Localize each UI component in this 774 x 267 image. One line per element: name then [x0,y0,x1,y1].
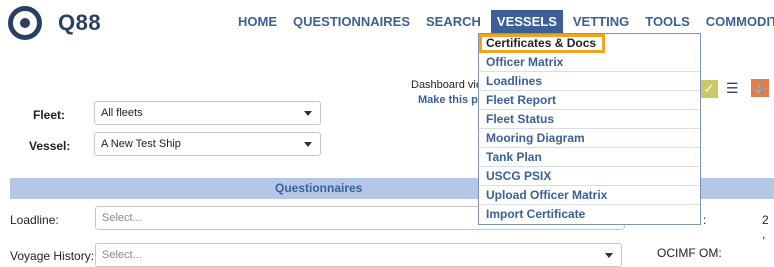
vessel-select[interactable]: A New Test Ship [94,132,321,156]
vessel-select-value: A New Test Ship [101,138,181,150]
check-icon[interactable]: ✓ [700,80,718,98]
fleet-label: Fleet: [33,108,66,122]
voyage-history-placeholder: Select... [102,249,142,261]
list-icon[interactable]: ☰ [726,80,742,96]
menu-item-certificates-docs[interactable]: Certificates & Docs [479,34,605,53]
fleet-select[interactable]: All fleets [94,101,321,125]
vessels-dropdown-menu: Certificates & Docs Officer Matrix Loadl… [478,33,701,225]
right-field-value: 2 , [762,213,769,241]
nav-vessels[interactable]: VESSELS [490,10,563,33]
nav-vetting[interactable]: VETTING [567,10,635,33]
menu-item-officer-matrix[interactable]: Officer Matrix [479,53,700,72]
make-default-link[interactable]: Make this pa [418,94,484,106]
fleet-select-value: All fleets [101,107,143,119]
loadline-placeholder: Select... [102,212,142,224]
menu-item-fleet-report[interactable]: Fleet Report [479,91,700,110]
dashboard-view-text: Dashboard vie [411,79,482,91]
nav-questionnaires[interactable]: QUESTIONNAIRES [287,10,416,33]
right-field-label: : [703,213,707,227]
menu-item-fleet-status[interactable]: Fleet Status [479,110,700,129]
section-title: Questionnaires [275,181,363,195]
chevron-down-icon [304,142,312,147]
nav-commodities[interactable]: COMMODITIES [700,10,774,33]
nav-tools[interactable]: TOOLS [639,10,696,33]
nav-home[interactable]: HOME [232,10,283,33]
logo[interactable]: Q88 [8,6,101,40]
loadline-label: Loadline: [10,213,59,227]
ship-icon[interactable]: ⚓ [751,79,769,97]
chevron-down-icon [304,111,312,116]
nav-search[interactable]: SEARCH [420,10,487,33]
main-nav: HOME QUESTIONNAIRES SEARCH VESSELS VETTI… [232,10,774,33]
logo-text: Q88 [58,10,102,35]
menu-item-tank-plan[interactable]: Tank Plan [479,148,700,167]
menu-item-import-certificate[interactable]: Import Certificate [479,205,700,224]
voyage-history-label: Voyage History: [10,249,95,263]
vessel-label: Vessel: [29,139,71,153]
ocimf-om-label: OCIMF OM: [657,246,722,260]
logo-icon [8,6,42,40]
menu-item-mooring-diagram[interactable]: Mooring Diagram [479,129,700,148]
chevron-down-icon [605,253,613,258]
menu-item-loadlines[interactable]: Loadlines [479,72,700,91]
voyage-history-select[interactable]: Select... [95,243,622,267]
menu-item-uscg-psix[interactable]: USCG PSIX [479,167,700,186]
menu-item-upload-officer-matrix[interactable]: Upload Officer Matrix [479,186,700,205]
